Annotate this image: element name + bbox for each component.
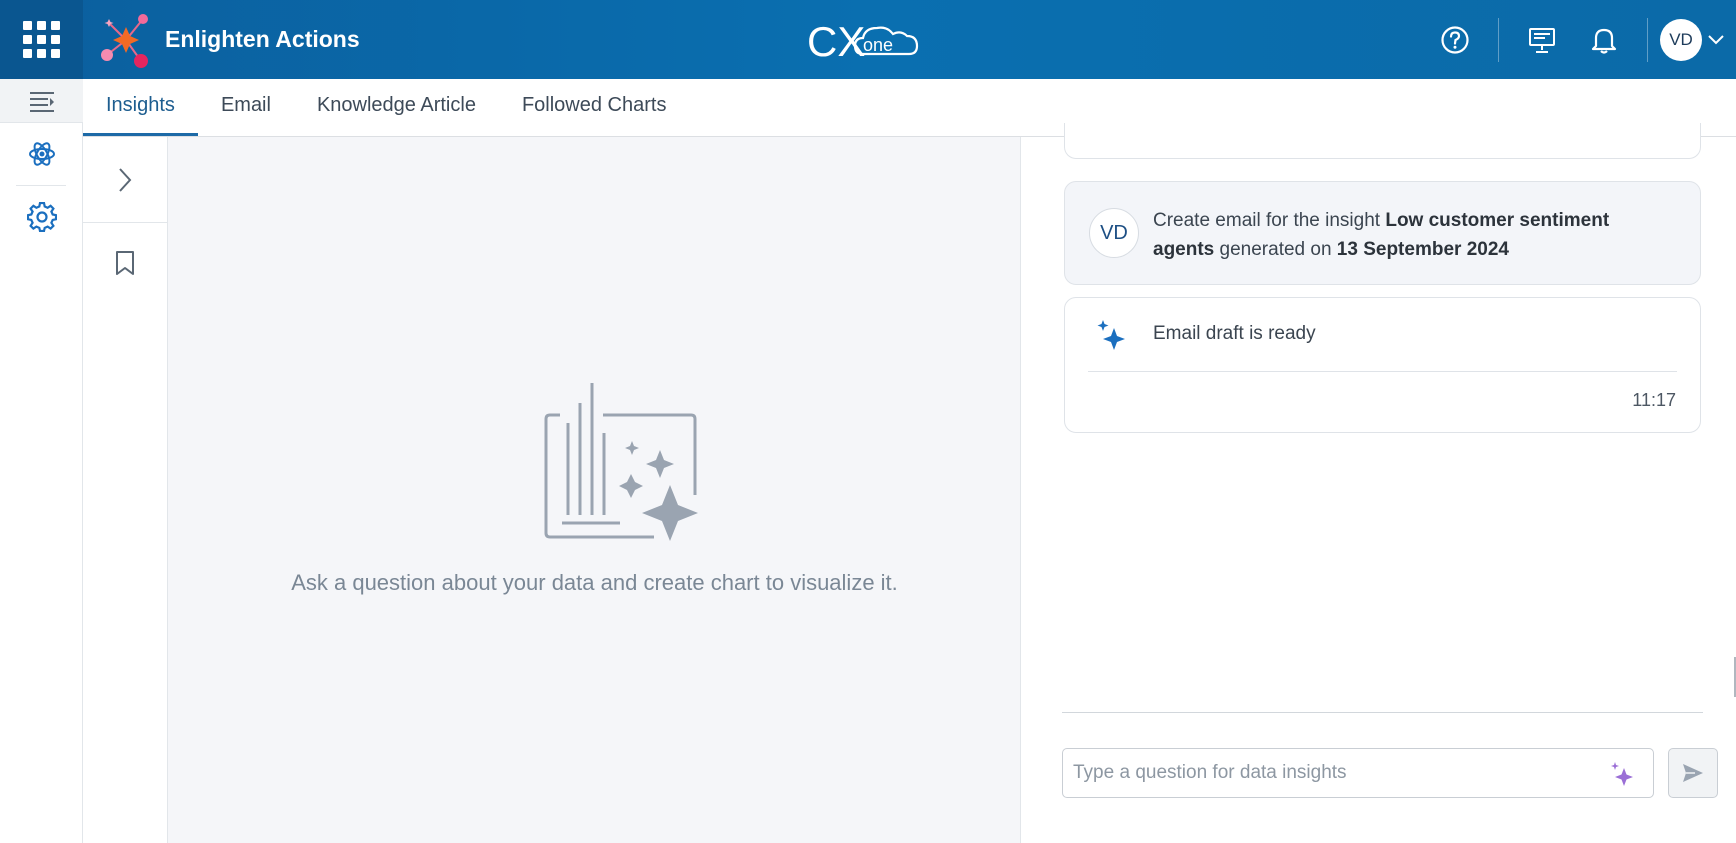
send-icon <box>1683 764 1703 782</box>
rail-item-enlighten[interactable] <box>0 123 83 185</box>
ai-sparkle-icon[interactable] <box>1609 761 1635 787</box>
chat-panel: VD Create email for the insight Low cust… <box>1021 123 1736 843</box>
cxone-logo: CX one <box>807 18 919 65</box>
atom-icon <box>28 142 55 166</box>
tab-followed-charts[interactable]: Followed Charts <box>499 78 690 136</box>
user-menu[interactable]: VD <box>1660 18 1736 61</box>
sparkle-icon <box>1097 320 1125 350</box>
bot-message-card[interactable]: Email draft is ready 11:17 <box>1064 297 1701 433</box>
gear-icon <box>26 202 57 232</box>
question-input-box <box>1062 748 1654 798</box>
help-icon <box>1441 25 1469 54</box>
empty-state-message: Ask a question about your data and creat… <box>291 570 898 595</box>
bookmarks-button[interactable] <box>83 223 167 303</box>
menu-collapse-button[interactable] <box>0 79 83 123</box>
question-input[interactable] <box>1063 749 1583 797</box>
avatar: VD <box>1089 208 1139 258</box>
previous-message-card <box>1064 123 1701 159</box>
tab-insights[interactable]: Insights <box>83 78 198 136</box>
chart-canvas: Ask a question about your data and creat… <box>168 137 1021 843</box>
brand[interactable]: Enlighten Actions <box>95 8 360 71</box>
notifications-button[interactable] <box>1573 0 1635 79</box>
header-divider <box>1498 17 1499 62</box>
send-button[interactable] <box>1668 748 1718 798</box>
help-button[interactable] <box>1424 0 1486 79</box>
enlighten-logo-icon <box>101 13 148 68</box>
menu-collapse-icon <box>29 91 54 112</box>
apps-grid-button[interactable] <box>0 0 83 79</box>
presentation-icon <box>1529 27 1555 53</box>
header-divider <box>1647 17 1648 62</box>
app-title: Enlighten Actions <box>165 26 360 52</box>
rail-item-settings[interactable] <box>0 186 83 248</box>
input-divider <box>1062 712 1703 713</box>
chevron-down-icon <box>1708 34 1724 44</box>
message-prefix: Create email for the insight <box>1153 210 1386 231</box>
insight-date: 13 September 2024 <box>1336 239 1509 260</box>
top-bar: Enlighten Actions CX one VD <box>0 0 1736 79</box>
message-middle: generated on <box>1214 239 1337 260</box>
apps-grid-icon <box>23 21 60 58</box>
tab-email[interactable]: Email <box>198 78 294 136</box>
tab-knowledge-article[interactable]: Knowledge Article <box>294 78 499 136</box>
chevron-right-icon <box>119 167 132 192</box>
chart-sparkle-illustration <box>544 383 698 541</box>
message-timestamp: 11:17 <box>1632 390 1676 410</box>
message-divider <box>1088 371 1677 372</box>
bell-icon <box>1591 28 1617 54</box>
expand-sidebar-button[interactable] <box>83 137 167 223</box>
insights-sidebar-collapsed <box>83 137 168 843</box>
presentation-button[interactable] <box>1511 0 1573 79</box>
user-message-text: Create email for the insight Low custome… <box>1153 206 1673 264</box>
left-rail <box>0 79 83 843</box>
bookmark-icon <box>116 251 134 275</box>
svg-text:one: one <box>863 35 893 55</box>
user-message-card: VD Create email for the insight Low cust… <box>1064 181 1701 285</box>
bot-message-text: Email draft is ready <box>1153 323 1316 344</box>
avatar: VD <box>1660 18 1702 61</box>
